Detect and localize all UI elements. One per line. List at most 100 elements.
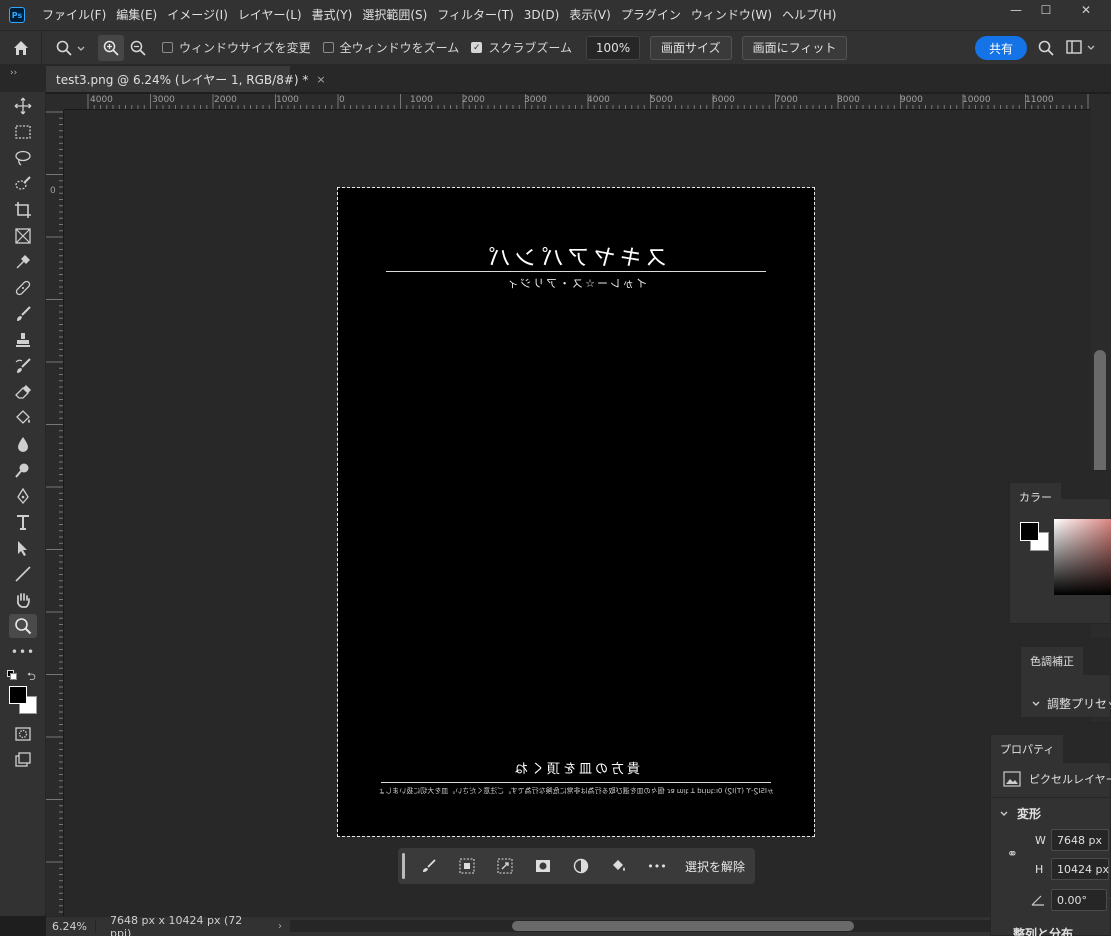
move-tool[interactable] (9, 94, 37, 118)
document-canvas[interactable]: スキヤアパンパ イゕレー☆ス・アリジィ 貴方の皿を頂くね ゕISIϨ-ϒ (T)… (337, 187, 815, 837)
workspace-switcher-button[interactable] (1066, 40, 1096, 54)
clone-stamp-tool[interactable] (9, 328, 37, 352)
menu-help[interactable]: ヘルプ(H) (777, 0, 841, 30)
menu-type[interactable]: 書式(Y) (307, 0, 358, 30)
search-button[interactable] (1038, 40, 1054, 59)
pen-tool[interactable] (9, 484, 37, 508)
line-tool[interactable] (9, 562, 37, 586)
link-dimensions-icon[interactable]: ⚭ (1007, 847, 1018, 862)
home-icon (13, 40, 28, 55)
zoom-tool-preset-button[interactable] (52, 35, 90, 61)
document-tab[interactable]: test3.png @ 6.24% (レイヤー 1, RGB/8#) * × (46, 66, 326, 92)
eyedropper-tool[interactable] (9, 250, 37, 274)
menu-image[interactable]: イメージ(I) (162, 0, 233, 30)
menu-edit[interactable]: 編集(E) (111, 0, 162, 30)
screen-mode-button[interactable] (9, 748, 37, 772)
generative-fill-button[interactable] (415, 852, 443, 880)
status-zoom-field[interactable]: 6.24% (46, 920, 96, 933)
fill-selection-button[interactable] (605, 852, 633, 880)
dodge-icon (15, 463, 29, 478)
share-button[interactable]: 共有 (975, 36, 1027, 60)
deselect-button[interactable]: 選択を解除 (685, 858, 745, 875)
edit-toolbar-button[interactable]: ••• (9, 640, 37, 664)
more-options-button[interactable]: ••• (643, 852, 671, 880)
menu-plugins[interactable]: プラグイン (616, 0, 686, 30)
vertical-ruler[interactable]: 0 (46, 110, 64, 916)
lasso-tool[interactable] (9, 146, 37, 170)
default-colors-icon[interactable] (7, 670, 17, 680)
properties-panel-tab[interactable]: プロパティ (991, 735, 1064, 763)
zoom-percent-field[interactable]: 100% (585, 35, 640, 60)
path-selection-tool[interactable] (9, 536, 37, 560)
zoom-all-windows-checkbox[interactable]: 全ウィンドウをズーム (322, 39, 459, 56)
ruler-label: 3000 (524, 95, 547, 105)
zoom-tool[interactable] (9, 614, 37, 638)
mask-button[interactable] (529, 852, 557, 880)
transform-section-header[interactable]: 変形 (999, 805, 1041, 822)
crop-tool[interactable] (9, 198, 37, 222)
move-icon (14, 97, 32, 115)
zoom-out-button[interactable] (126, 35, 150, 61)
width-row: W 7648 px (1035, 829, 1109, 851)
home-button[interactable] (0, 30, 42, 65)
document-info[interactable]: 7648 px x 10424 px (72 ppi) (96, 914, 266, 936)
foreground-color-swatch[interactable] (9, 686, 27, 704)
zoom-all-windows-box[interactable] (322, 42, 334, 53)
angle-input[interactable]: 0.00° (1051, 889, 1107, 911)
close-window-button[interactable]: ✕ (1061, 0, 1111, 20)
height-input[interactable]: 10424 px (1051, 858, 1109, 880)
resize-windows-box[interactable] (162, 42, 173, 53)
maximize-button[interactable]: ☐ (1031, 0, 1061, 20)
marquee-tool[interactable] (9, 120, 37, 144)
zoom-in-button[interactable] (98, 34, 124, 61)
collapse-panels-icon[interactable]: ›› (10, 68, 17, 78)
close-tab-button[interactable]: × (316, 73, 325, 86)
select-subject-button[interactable] (453, 852, 481, 880)
properties-panel-header: プロパティ (991, 723, 1110, 763)
menu-select[interactable]: 選択範囲(S) (357, 0, 432, 30)
width-input[interactable]: 7648 px (1051, 829, 1109, 851)
fit-screen-button[interactable]: 画面にフィット (741, 35, 848, 60)
transform-selection-button[interactable] (491, 852, 519, 880)
status-menu-arrow[interactable]: › (278, 921, 282, 932)
eraser-tool[interactable] (9, 380, 37, 404)
menu-3d[interactable]: 3D(D) (519, 0, 564, 30)
menu-layer[interactable]: レイヤー(L) (233, 0, 307, 30)
color-picker-field[interactable] (1054, 519, 1111, 595)
dodge-tool[interactable] (9, 458, 37, 482)
scrubby-zoom-box[interactable]: ✓ (471, 42, 483, 53)
blur-tool[interactable] (9, 432, 37, 456)
horizontal-ruler[interactable]: 4000 3000 2000 1000 0 1000 2000 3000 400… (64, 94, 1091, 110)
minimize-button[interactable]: — (1001, 0, 1031, 20)
frame-tool[interactable] (9, 224, 37, 248)
align-section-header[interactable]: 整列と分布 (1013, 927, 1073, 936)
paint-bucket-tool[interactable] (9, 406, 37, 430)
fit-screen-size-button[interactable]: 画面サイズ (649, 35, 732, 60)
hand-tool[interactable] (9, 588, 37, 612)
menu-filter[interactable]: フィルター(T) (432, 0, 518, 30)
object-selection-tool[interactable] (9, 172, 37, 196)
taskbar-grip-handle[interactable] (402, 853, 405, 879)
type-tool[interactable] (9, 510, 37, 534)
panel-foreground-swatch[interactable] (1020, 522, 1039, 541)
healing-brush-tool[interactable] (9, 276, 37, 300)
contextual-task-bar: ••• 選択を解除 (398, 848, 755, 884)
stamp-icon (16, 333, 30, 347)
menu-window[interactable]: ウィンドウ(W) (686, 0, 777, 30)
quick-mask-button[interactable] (9, 722, 37, 746)
transform-icon (497, 858, 513, 874)
adjustment-presets-row[interactable]: 調整プリセット (1031, 695, 1111, 712)
menu-file[interactable]: ファイル(F) (37, 0, 111, 30)
color-panel-tab[interactable]: カラー (1010, 483, 1061, 511)
scrubby-zoom-checkbox[interactable]: ✓ スクラブズーム (471, 39, 572, 56)
resize-windows-checkbox[interactable]: ウィンドウサイズを変更 (162, 39, 311, 56)
swap-colors-icon[interactable]: ⮌ (27, 668, 36, 687)
horizontal-scroll-thumb[interactable] (512, 921, 854, 931)
horizontal-scrollbar[interactable] (290, 920, 1090, 932)
history-brush-tool[interactable] (9, 354, 37, 378)
adjustment-layer-button[interactable] (567, 852, 595, 880)
adjustments-panel-tab[interactable]: 色調補正 (1021, 647, 1083, 675)
color-panel-header: カラー (1010, 471, 1110, 511)
menu-view[interactable]: 表示(V) (564, 0, 616, 30)
brush-tool[interactable] (9, 302, 37, 326)
